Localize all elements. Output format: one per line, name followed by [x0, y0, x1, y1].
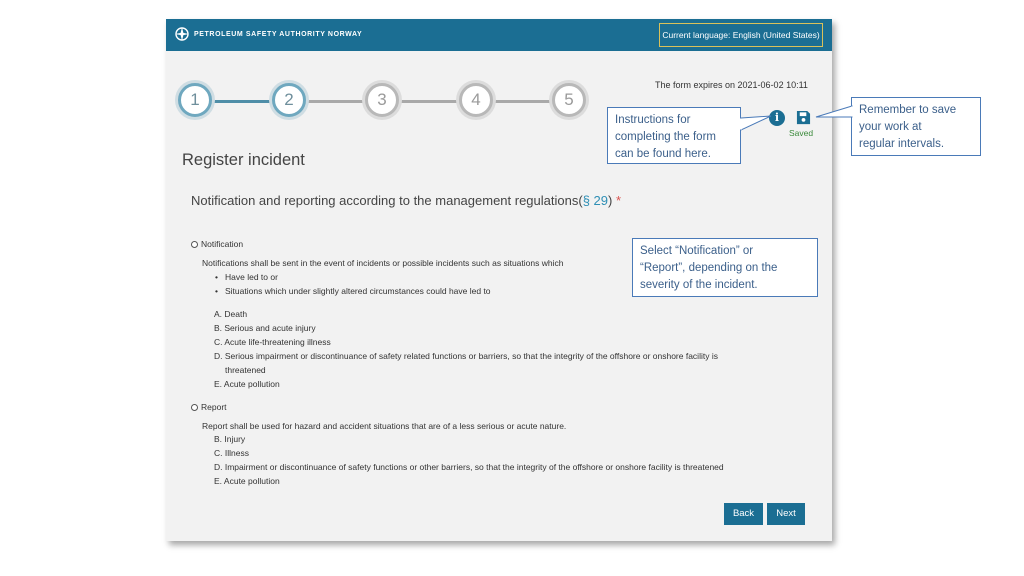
- callout-line: severity of the incident.: [640, 279, 758, 291]
- callout-line: Remember to save: [859, 104, 957, 116]
- callout-line: completing the form: [615, 131, 716, 143]
- language-selector[interactable]: Current language: English (United States…: [659, 23, 823, 47]
- psa-compass-logo-icon: [175, 27, 189, 41]
- page-title: Register incident: [182, 151, 305, 169]
- callout-line: Instructions for: [615, 114, 691, 126]
- step-connector: [306, 100, 366, 103]
- notification-label: Notification: [201, 239, 244, 249]
- notification-bullet: Situations which under slightly altered …: [215, 286, 491, 296]
- required-marker: *: [615, 193, 622, 208]
- callout-line: Select “Notification” or: [640, 245, 754, 257]
- instructions-callout: Instructions for completing the form can…: [607, 107, 741, 164]
- report-item: C. Illness: [214, 448, 249, 458]
- form-stepper: 1 2 3 4 5: [178, 83, 588, 119]
- report-item: B. Injury: [214, 434, 246, 444]
- notification-item: B. Serious and acute injury: [214, 323, 316, 333]
- report-option[interactable]: Report: [191, 402, 227, 412]
- step-1[interactable]: 1: [178, 83, 212, 117]
- back-button[interactable]: Back: [724, 503, 763, 525]
- report-item: D. Impairment or discontinuance of safet…: [214, 462, 724, 472]
- save-reminder-callout: Remember to save your work at regular in…: [851, 97, 981, 156]
- section-title-close: ): [608, 193, 613, 208]
- step-connector: [493, 100, 553, 103]
- callout-line: can be found here.: [615, 148, 711, 160]
- report-label: Report: [201, 402, 227, 412]
- notification-description: Notifications shall be sent in the event…: [202, 258, 564, 268]
- brand[interactable]: PETROLEUM SAFETY AUTHORITY NORWAY: [174, 26, 362, 42]
- notification-bullet: Have led to or: [215, 272, 278, 282]
- callout-line: “Report”, depending on the: [640, 262, 778, 274]
- regulation-link[interactable]: § 29: [583, 193, 608, 208]
- report-item: E. Acute pollution: [214, 476, 280, 486]
- slide: PETROLEUM SAFETY AUTHORITY NORWAY Curren…: [0, 0, 1024, 576]
- step-5[interactable]: 5: [552, 83, 586, 117]
- instructions-pointer: [740, 115, 772, 131]
- section-title-text: Notification and reporting according to …: [191, 193, 583, 208]
- save-icon[interactable]: [796, 110, 811, 125]
- section-title: Notification and reporting according to …: [191, 193, 621, 208]
- callout-line: your work at: [859, 121, 922, 133]
- step-4[interactable]: 4: [459, 83, 493, 117]
- step-connector: [399, 100, 459, 103]
- step-connector: [212, 100, 272, 103]
- next-button[interactable]: Next: [767, 503, 805, 525]
- callout-line: regular intervals.: [859, 138, 945, 150]
- step-2[interactable]: 2: [272, 83, 306, 117]
- save-reminder-pointer: [815, 105, 853, 118]
- form-expiry: The form expires on 2021-06-02 10:11: [655, 80, 808, 90]
- notification-option[interactable]: Notification: [191, 239, 243, 249]
- notification-item: C. Acute life-threatening illness: [214, 337, 331, 347]
- report-description: Report shall be used for hazard and acci…: [202, 421, 567, 431]
- notification-item: A. Death: [214, 309, 248, 319]
- step-3[interactable]: 3: [365, 83, 399, 117]
- notification-item: D. Serious impairment or discontinuance …: [214, 351, 718, 361]
- top-bar: PETROLEUM SAFETY AUTHORITY NORWAY Curren…: [166, 19, 832, 51]
- notification-item: E. Acute pollution: [214, 379, 280, 389]
- select-hint-callout: Select “Notification” or “Report”, depen…: [632, 238, 818, 297]
- notification-radio[interactable]: [191, 240, 198, 248]
- org-name: PETROLEUM SAFETY AUTHORITY NORWAY: [194, 30, 363, 38]
- saved-status: Saved: [789, 128, 814, 138]
- notification-item-continued: threatened: [225, 365, 266, 375]
- report-radio[interactable]: [191, 403, 198, 411]
